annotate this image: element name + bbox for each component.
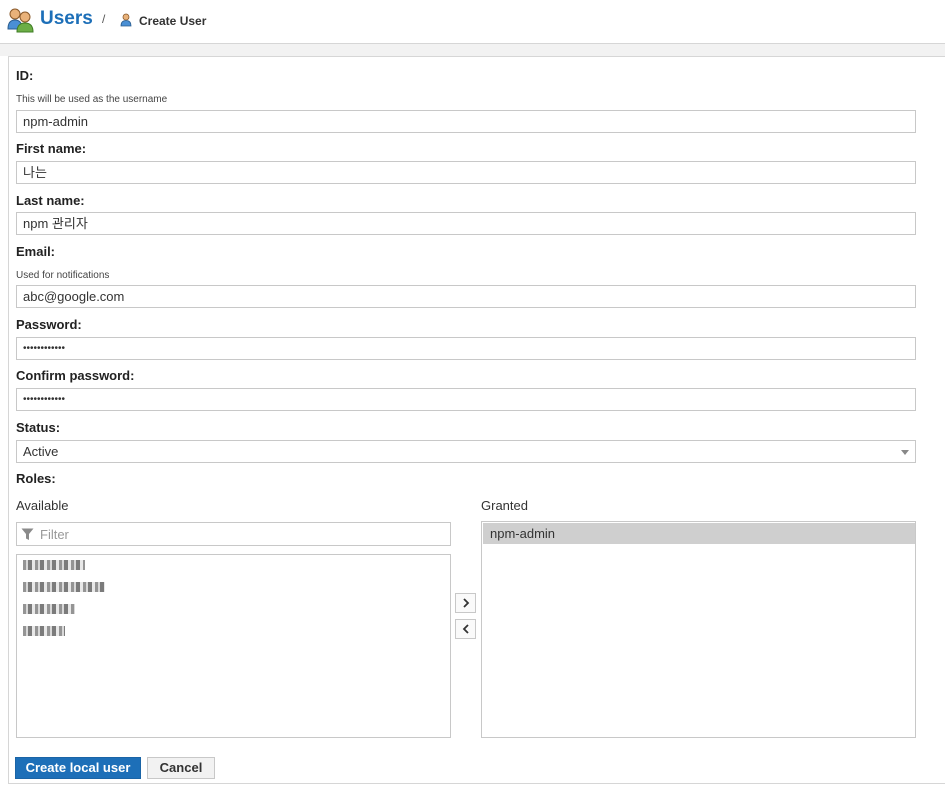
page-header: Users / Create User xyxy=(0,0,945,44)
available-role-item[interactable] xyxy=(23,582,105,592)
first-name-input[interactable]: 나는 xyxy=(16,161,916,184)
available-role-item[interactable] xyxy=(23,604,75,614)
filter-icon xyxy=(21,528,34,540)
granted-roles-list[interactable]: npm-admin xyxy=(481,521,916,738)
status-select[interactable]: Active xyxy=(16,440,916,463)
breadcrumb-separator: / xyxy=(102,12,106,26)
password-label: Password: xyxy=(16,317,82,332)
status-value: Active xyxy=(23,444,59,459)
cancel-button[interactable]: Cancel xyxy=(147,757,215,779)
roles-label: Roles: xyxy=(16,471,56,486)
password-input[interactable]: •••••••••••• xyxy=(16,337,916,360)
granted-label: Granted xyxy=(481,498,528,513)
role-filter-input[interactable]: Filter xyxy=(16,522,451,546)
users-icon xyxy=(7,8,34,33)
last-name-label: Last name: xyxy=(16,193,85,208)
available-role-item[interactable] xyxy=(23,626,65,636)
header-divider xyxy=(0,44,945,56)
filter-placeholder: Filter xyxy=(40,527,69,542)
id-hint: This will be used as the username xyxy=(16,94,168,105)
available-roles-list[interactable] xyxy=(16,554,451,738)
revoke-role-button[interactable] xyxy=(455,619,476,639)
caret-down-icon xyxy=(901,450,909,455)
page-title[interactable]: Users xyxy=(40,8,93,30)
breadcrumb-current: Create User xyxy=(139,14,207,28)
id-input[interactable]: npm-admin xyxy=(16,110,916,133)
available-role-item[interactable] xyxy=(23,560,85,570)
id-label: ID: xyxy=(16,68,34,83)
confirm-password-input[interactable]: •••••••••••• xyxy=(16,388,916,411)
chevron-left-icon xyxy=(462,624,469,634)
status-label: Status: xyxy=(16,420,61,435)
chevron-right-icon xyxy=(462,598,469,608)
granted-role-item[interactable]: npm-admin xyxy=(483,523,915,544)
email-input[interactable]: abc@google.com xyxy=(16,285,916,308)
available-label: Available xyxy=(16,498,69,513)
first-name-label: First name: xyxy=(16,141,87,156)
confirm-password-label: Confirm password: xyxy=(16,368,135,383)
user-icon xyxy=(120,13,132,27)
email-label: Email: xyxy=(16,244,56,259)
email-hint: Used for notifications xyxy=(16,270,110,281)
create-local-user-button[interactable]: Create local user xyxy=(15,757,141,779)
grant-role-button[interactable] xyxy=(455,593,476,613)
last-name-input[interactable]: npm 관리자 xyxy=(16,212,916,235)
